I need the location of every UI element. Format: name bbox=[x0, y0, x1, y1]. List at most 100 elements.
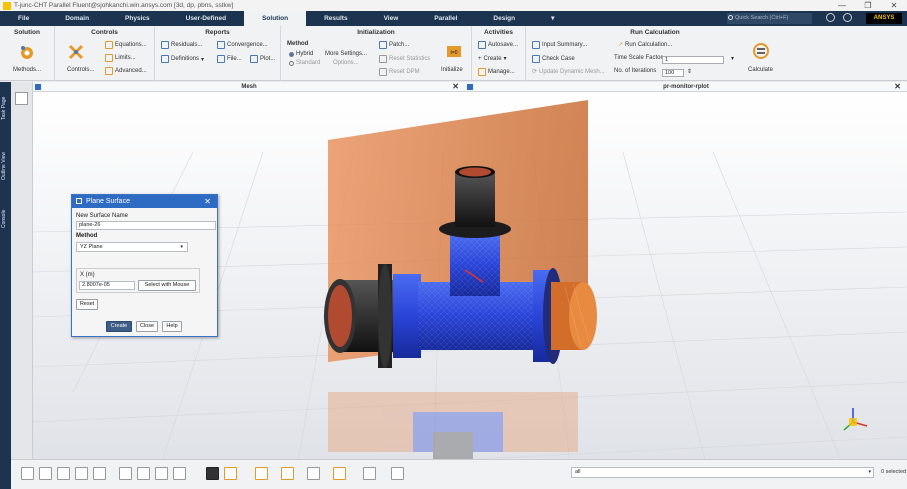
report-file-button[interactable]: File... bbox=[217, 55, 242, 63]
limits-button[interactable]: Limits... bbox=[105, 54, 136, 62]
filter-icon[interactable] bbox=[224, 467, 237, 480]
tab-results[interactable]: Results bbox=[306, 11, 365, 26]
highlight-icon[interactable] bbox=[281, 467, 294, 480]
advanced-button[interactable]: Advanced... bbox=[105, 67, 147, 75]
reset-dpm-button[interactable]: Reset DPM bbox=[379, 68, 420, 76]
close-icon[interactable]: ✕ bbox=[204, 195, 211, 208]
selection-filter-select[interactable]: all ▾ bbox=[571, 467, 874, 478]
plane-surface-dialog[interactable]: Plane Surface ✕ New Surface Name plane-2… bbox=[71, 194, 218, 337]
report-plot-button[interactable]: Plot... bbox=[250, 55, 275, 63]
axes-icon[interactable] bbox=[363, 467, 376, 480]
input-summary-button[interactable]: Input Summary... bbox=[532, 41, 587, 49]
layout-icon[interactable] bbox=[391, 467, 404, 480]
initialize-button[interactable]: Initialize bbox=[441, 67, 463, 73]
zoom-in-icon[interactable] bbox=[119, 467, 132, 480]
method-select[interactable]: YZ Plane ▾ bbox=[76, 242, 188, 252]
tabs-overflow-icon[interactable]: ▾ bbox=[533, 11, 572, 26]
tab-user-defined[interactable]: User-Defined bbox=[168, 11, 244, 26]
standard-radio[interactable]: Standard bbox=[289, 60, 320, 66]
time-scale-factor-label: Time Scale Factor bbox=[614, 55, 663, 61]
create-button[interactable]: Create bbox=[106, 321, 132, 332]
pan-icon[interactable] bbox=[39, 467, 52, 480]
help-button[interactable]: Help bbox=[162, 321, 182, 332]
time-scale-factor-input[interactable]: 1 bbox=[662, 56, 724, 64]
run-icon: ↗ bbox=[618, 42, 624, 48]
equations-button[interactable]: Equations... bbox=[105, 41, 147, 49]
reset-statistics-button[interactable]: Reset Statistics bbox=[379, 55, 430, 63]
run-calculation-button[interactable]: ↗ Run Calculation... bbox=[618, 41, 672, 49]
group-reports-title: Reports bbox=[205, 29, 230, 36]
rotate-icon[interactable] bbox=[21, 467, 34, 480]
controls-button[interactable]: Controls... bbox=[67, 67, 94, 73]
options-button[interactable]: Options... bbox=[333, 60, 359, 66]
patch-button[interactable]: Patch... bbox=[379, 41, 409, 49]
ruler-icon[interactable] bbox=[255, 467, 268, 480]
group-controls: Controls Controls... Equations... Limits… bbox=[55, 26, 155, 81]
check-case-button[interactable]: Check Case bbox=[532, 55, 575, 63]
iterations-input[interactable]: 100 bbox=[662, 69, 684, 77]
dialog-titlebar[interactable]: Plane Surface ✕ bbox=[72, 195, 217, 208]
view-toggle-button[interactable] bbox=[15, 92, 28, 105]
convergence-button[interactable]: Convergence... bbox=[217, 41, 268, 49]
zoom-out-icon[interactable] bbox=[137, 467, 150, 480]
tab-parallel[interactable]: Parallel bbox=[416, 11, 475, 26]
reset-button[interactable]: Reset bbox=[76, 299, 98, 310]
x-coordinate-input[interactable]: 2.8007e-05 bbox=[79, 281, 135, 290]
surface-name-input[interactable]: plane-26 bbox=[76, 221, 216, 230]
isometric-view-icon[interactable] bbox=[173, 467, 186, 480]
manage-icon bbox=[478, 68, 486, 76]
calculate-button[interactable]: Calculate bbox=[748, 67, 773, 73]
plot-icon bbox=[250, 55, 258, 63]
definitions-button[interactable]: Definitions ▾ bbox=[161, 55, 204, 63]
hybrid-radio[interactable]: Hybrid bbox=[289, 51, 313, 57]
tab-physics[interactable]: Physics bbox=[107, 11, 168, 26]
tab-outline-view[interactable]: Outline View bbox=[1, 146, 10, 186]
left-tab-strip: Task Page Outline View Console bbox=[0, 82, 11, 489]
close-button[interactable]: Close bbox=[136, 321, 158, 332]
minimize-button[interactable]: — bbox=[829, 0, 855, 11]
tab-console[interactable]: Console bbox=[1, 204, 10, 234]
lighting-icon[interactable] bbox=[307, 467, 320, 480]
zoom-icon[interactable] bbox=[57, 467, 70, 480]
help-icon[interactable] bbox=[826, 13, 835, 22]
definitions-icon bbox=[161, 55, 169, 63]
file-icon bbox=[217, 55, 225, 63]
ribbon-tabs: File Domain Physics User-Defined Solutio… bbox=[0, 11, 907, 26]
probe-icon[interactable] bbox=[93, 467, 106, 480]
quick-search-input[interactable]: Quick Search (Ctrl+F) bbox=[727, 13, 812, 24]
select-with-mouse-button[interactable]: Select with Mouse bbox=[138, 280, 196, 291]
tab-solution[interactable]: Solution bbox=[244, 11, 307, 26]
tab-view[interactable]: View bbox=[366, 11, 417, 26]
window-title: T-junc-CHT Parallel Fluent@sjohkanchi.wi… bbox=[14, 2, 234, 9]
close-mesh-pane-icon[interactable]: ✕ bbox=[452, 82, 459, 92]
method-label: Method bbox=[76, 233, 98, 239]
group-run-calc-title: Run Calculation bbox=[630, 29, 680, 36]
time-scale-dropdown-icon[interactable]: ▾ bbox=[731, 55, 734, 62]
residuals-button[interactable]: Residuals... bbox=[161, 41, 202, 49]
close-monitor-pane-icon[interactable]: ✕ bbox=[894, 82, 901, 92]
close-window-button[interactable]: ✕ bbox=[881, 0, 907, 11]
methods-button[interactable]: Methods... bbox=[13, 67, 41, 73]
autosave-button[interactable]: Autosave... bbox=[478, 41, 518, 49]
maximize-button[interactable]: ❐ bbox=[855, 0, 881, 11]
chevron-down-icon: ▾ bbox=[180, 244, 183, 250]
manage-activity-button[interactable]: Manage... bbox=[478, 68, 515, 76]
update-dynamic-mesh-button[interactable]: ⟳ Update Dynamic Mesh... bbox=[532, 68, 605, 76]
create-activity-button[interactable]: + Create ▾ bbox=[478, 55, 507, 63]
iterations-spinner[interactable]: ⇕ bbox=[687, 68, 692, 75]
tab-task-page[interactable]: Task Page bbox=[1, 88, 10, 128]
more-settings-button[interactable]: More Settings... bbox=[325, 51, 367, 57]
group-reports: Reports Residuals... Definitions ▾ Conver… bbox=[155, 26, 281, 81]
mesh-display-icon[interactable] bbox=[333, 467, 346, 480]
tab-domain[interactable]: Domain bbox=[47, 11, 107, 26]
autosave-icon bbox=[478, 41, 486, 49]
dialog-title: Plane Surface bbox=[86, 198, 130, 205]
tab-design[interactable]: Design bbox=[475, 11, 533, 26]
zoom-to-area-icon[interactable] bbox=[75, 467, 88, 480]
tab-file[interactable]: File bbox=[0, 11, 47, 26]
select-pointer-icon[interactable] bbox=[206, 467, 219, 480]
fit-to-window-icon[interactable] bbox=[155, 467, 168, 480]
monitor-pane-title: pr-monitor-rplot bbox=[663, 84, 709, 90]
layout-icon[interactable] bbox=[843, 13, 852, 22]
equations-icon bbox=[105, 41, 113, 49]
